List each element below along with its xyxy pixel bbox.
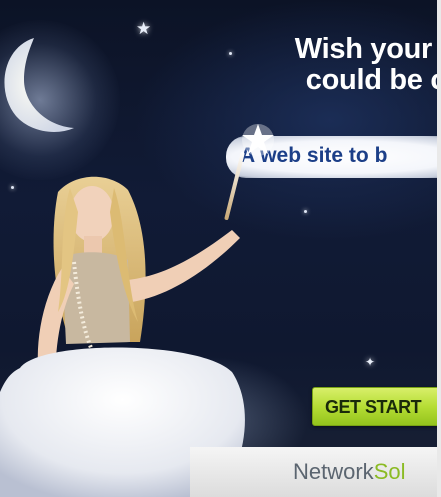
headline: Wish your b could be c: [246, 33, 441, 96]
star-dot: [304, 210, 307, 213]
network-solutions-logo[interactable]: NetworkSol: [293, 459, 405, 485]
headline-line-2: could be c: [305, 64, 441, 96]
get-started-label: GET START: [325, 397, 422, 417]
logo-network-text: Network: [293, 459, 374, 484]
star-icon: ✦: [365, 355, 376, 369]
logo-sol-text: Sol: [373, 459, 406, 484]
ad-banner[interactable]: ★ ★ ✦ ✦ Wish your b could be c A web sit…: [0, 0, 441, 497]
headline-line-1: Wish your b: [294, 33, 441, 65]
star-icon: ★: [136, 19, 152, 38]
crescent-moon-icon: [4, 38, 75, 132]
logo-bar[interactable]: NetworkSol: [190, 447, 437, 497]
get-started-button[interactable]: GET START: [312, 387, 437, 426]
star-dot: [229, 52, 232, 55]
